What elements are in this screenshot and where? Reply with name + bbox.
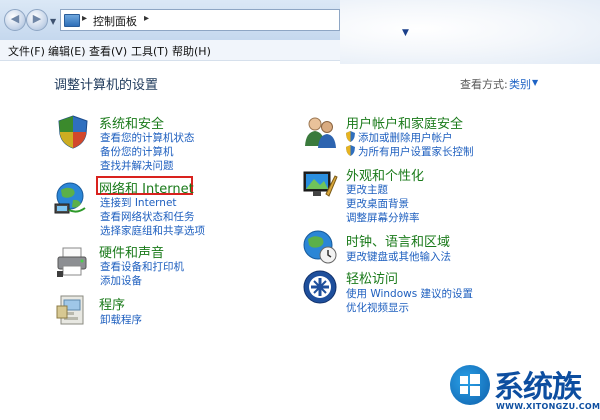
link-view-computer-status[interactable]: 查看您的计算机状态 (100, 130, 195, 145)
recent-pages-dropdown-icon[interactable]: ▼ (50, 17, 56, 26)
back-button[interactable]: ◀ (4, 9, 26, 31)
link-add-device[interactable]: 添加设备 (100, 273, 142, 288)
menu-file[interactable]: 文件(F) (8, 43, 45, 59)
link-uninstall-program[interactable]: 卸载程序 (100, 312, 142, 327)
breadcrumb[interactable]: ▸ 控制面板 ▸ (60, 9, 340, 31)
control-panel-icon (64, 14, 80, 27)
link-homegroup-sharing[interactable]: 选择家庭组和共享选项 (100, 223, 205, 238)
programs-icon[interactable] (55, 292, 91, 328)
link-desktop-background[interactable]: 更改桌面背景 (346, 196, 409, 211)
chevron-down-icon[interactable]: ▼ (532, 78, 538, 87)
display-icon[interactable] (302, 166, 338, 202)
shield-icon[interactable] (55, 114, 91, 150)
page-title: 调整计算机的设置 (54, 78, 159, 93)
link-network-status[interactable]: 查看网络状态和任务 (100, 209, 195, 224)
arrow-left-icon: ◀ (10, 12, 20, 25)
category-clock-language-region[interactable]: 时钟、语言和区域 (346, 231, 450, 250)
category-programs[interactable]: 程序 (99, 294, 125, 313)
arrow-right-icon: ▶ (32, 12, 42, 25)
menu-tools[interactable]: 工具(T) (131, 43, 168, 59)
link-optimize-visual-display[interactable]: 优化视频显示 (346, 300, 409, 315)
link-connect-internet[interactable]: 连接到 Internet (100, 195, 177, 210)
link-troubleshoot[interactable]: 查找并解决问题 (100, 158, 174, 173)
breadcrumb-control-panel[interactable]: 控制面板 (93, 13, 137, 29)
menu-help[interactable]: 帮助(H) (172, 43, 211, 59)
printer-icon[interactable] (55, 244, 91, 280)
cursor-icon: ▼ (402, 28, 409, 38)
users-icon[interactable] (302, 114, 338, 150)
forward-button[interactable]: ▶ (26, 9, 48, 31)
breadcrumb-separator[interactable]: ▸ (82, 13, 87, 24)
menu-bar: 文件(F) 编辑(E) 查看(V) 工具(T) 帮助(H) (0, 40, 340, 61)
uac-shield-icon (346, 145, 355, 156)
network-icon[interactable] (53, 180, 89, 216)
search-area[interactable]: ▼ (340, 0, 600, 64)
menu-view[interactable]: 查看(V) (89, 43, 127, 59)
uac-shield-icon (346, 131, 355, 142)
link-add-remove-accounts[interactable]: 添加或删除用户帐户 (358, 130, 453, 145)
menu-edit[interactable]: 编辑(E) (48, 43, 86, 59)
view-by-label: 查看方式: (460, 78, 508, 91)
link-change-theme[interactable]: 更改主题 (346, 182, 388, 197)
view-by-dropdown[interactable]: 类别 (509, 76, 531, 92)
link-parental-controls[interactable]: 为所有用户设置家长控制 (358, 144, 474, 159)
category-ease-of-access[interactable]: 轻松访问 (346, 268, 398, 287)
globe-clock-icon[interactable] (302, 229, 338, 265)
link-screen-resolution[interactable]: 调整屏幕分辨率 (346, 210, 420, 225)
breadcrumb-separator[interactable]: ▸ (144, 13, 149, 24)
windows-logo-icon (450, 365, 490, 405)
accessibility-icon[interactable] (302, 269, 338, 305)
link-windows-suggested-settings[interactable]: 使用 Windows 建议的设置 (346, 286, 473, 301)
link-change-keyboard[interactable]: 更改键盘或其他输入法 (346, 249, 451, 264)
link-devices-printers[interactable]: 查看设备和打印机 (100, 259, 184, 274)
link-backup-computer[interactable]: 备份您的计算机 (100, 144, 174, 159)
watermark-text: 系统族 (494, 370, 582, 405)
watermark-url: WWW.XITONGZU.COM (496, 402, 600, 411)
